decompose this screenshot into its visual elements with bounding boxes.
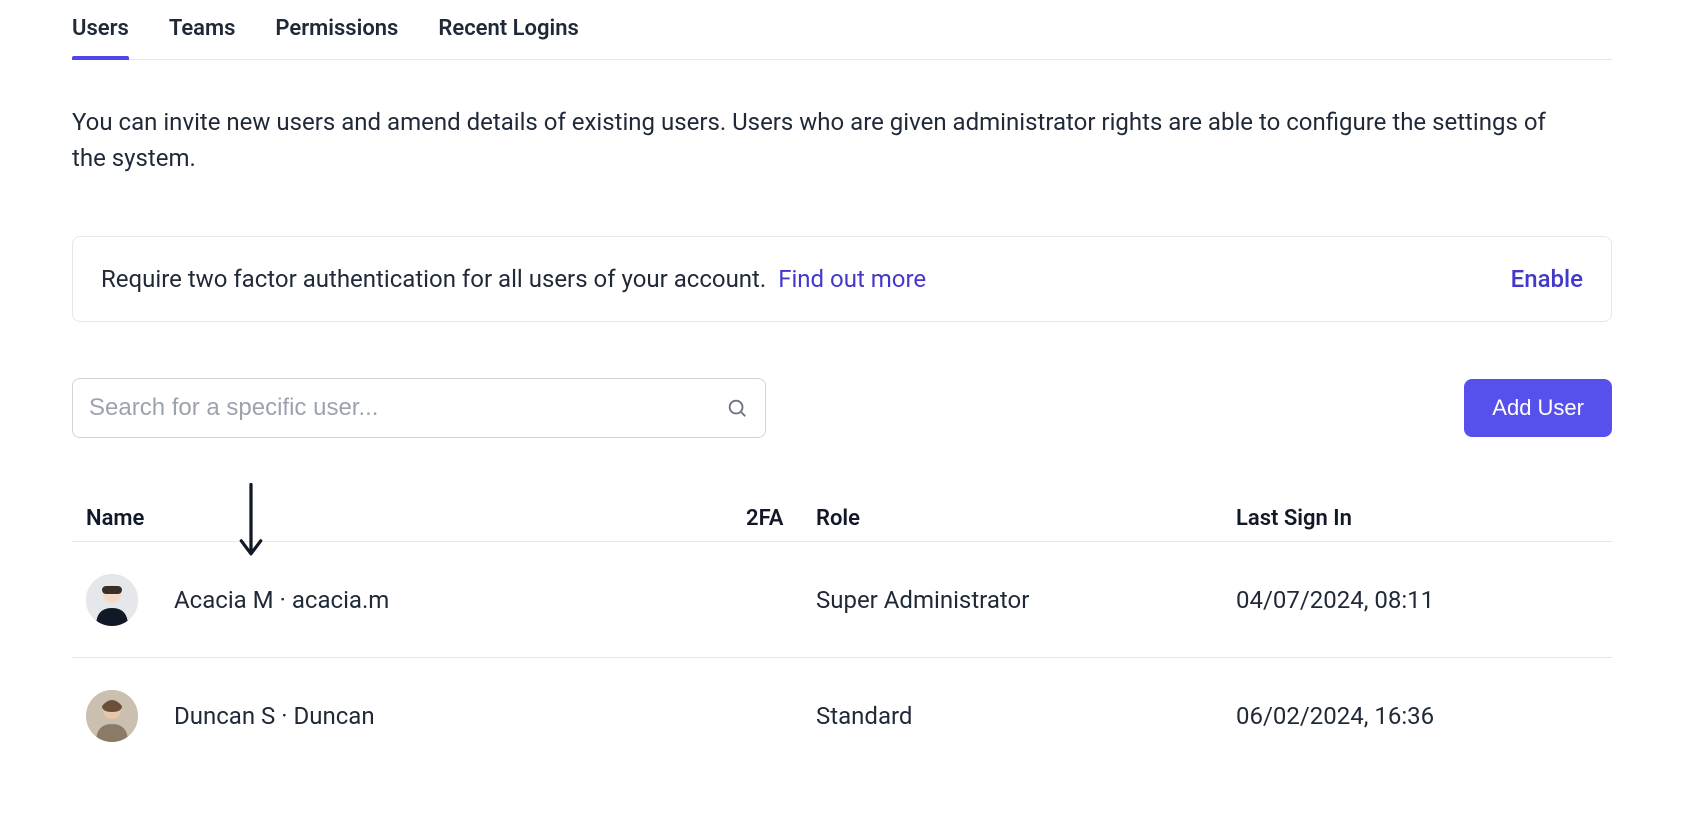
table-header: Name 2FA Role Last Sign In (72, 478, 1612, 542)
column-last-sign-in[interactable]: Last Sign In (1236, 506, 1598, 531)
tab-users[interactable]: Users (72, 12, 129, 59)
search-icon (726, 397, 748, 419)
column-role[interactable]: Role (816, 506, 1236, 531)
cell-last-sign-in: 04/07/2024, 08:11 (1236, 586, 1598, 614)
page-description: You can invite new users and amend detai… (72, 104, 1552, 176)
tabs: Users Teams Permissions Recent Logins (72, 0, 1612, 60)
users-table: Name 2FA Role Last Sign In (72, 478, 1612, 774)
search-box (72, 378, 766, 438)
two-factor-banner: Require two factor authentication for al… (72, 236, 1612, 322)
table-row[interactable]: Acacia M · acacia.m Super Administrator … (72, 542, 1612, 658)
tab-permissions[interactable]: Permissions (275, 12, 398, 59)
tab-teams[interactable]: Teams (169, 12, 236, 59)
user-name-label: Acacia M · acacia.m (174, 586, 389, 614)
enable-2fa-button[interactable]: Enable (1511, 265, 1583, 293)
user-name-label: Duncan S · Duncan (174, 702, 375, 730)
cell-role: Super Administrator (816, 586, 1236, 614)
avatar (86, 690, 138, 742)
column-2fa[interactable]: 2FA (746, 506, 816, 531)
search-input[interactable] (72, 378, 766, 438)
column-name[interactable]: Name (86, 506, 144, 531)
avatar (86, 574, 138, 626)
cell-last-sign-in: 06/02/2024, 16:36 (1236, 702, 1598, 730)
banner-text: Require two factor authentication for al… (101, 265, 766, 293)
add-user-button[interactable]: Add User (1464, 379, 1612, 437)
find-out-more-link[interactable]: Find out more (778, 265, 926, 293)
sort-arrow-icon (238, 478, 264, 558)
tab-recent-logins[interactable]: Recent Logins (438, 12, 578, 59)
cell-role: Standard (816, 702, 1236, 730)
table-row[interactable]: Duncan S · Duncan Standard 06/02/2024, 1… (72, 658, 1612, 774)
